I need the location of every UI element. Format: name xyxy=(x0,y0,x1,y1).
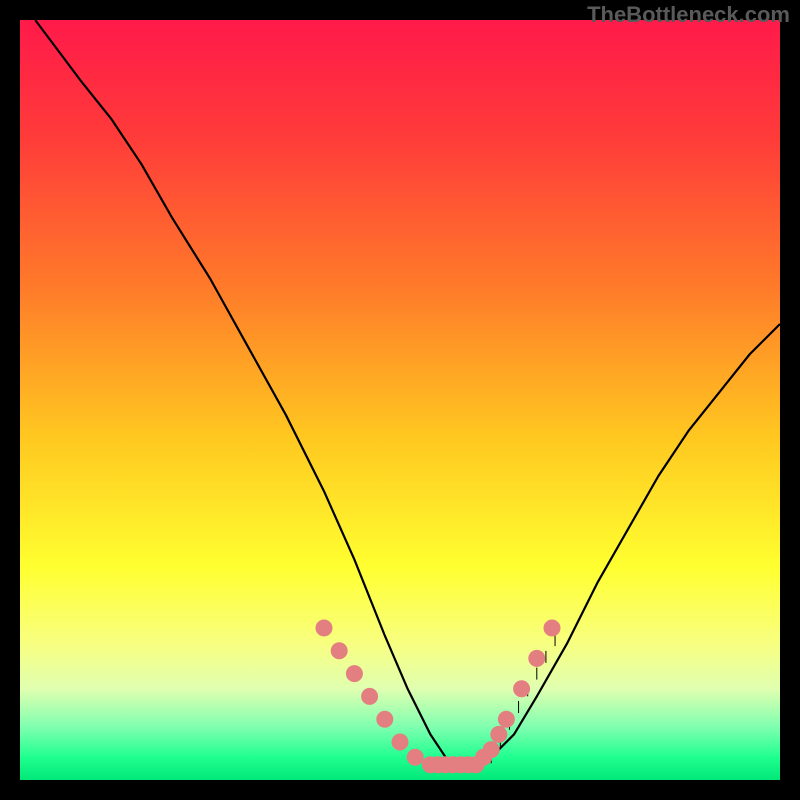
watermark-text: TheBottleneck.com xyxy=(587,2,790,28)
plot-background xyxy=(20,20,780,780)
bottleneck-chart: TheBottleneck.com xyxy=(0,0,800,800)
chart-svg xyxy=(0,0,800,800)
